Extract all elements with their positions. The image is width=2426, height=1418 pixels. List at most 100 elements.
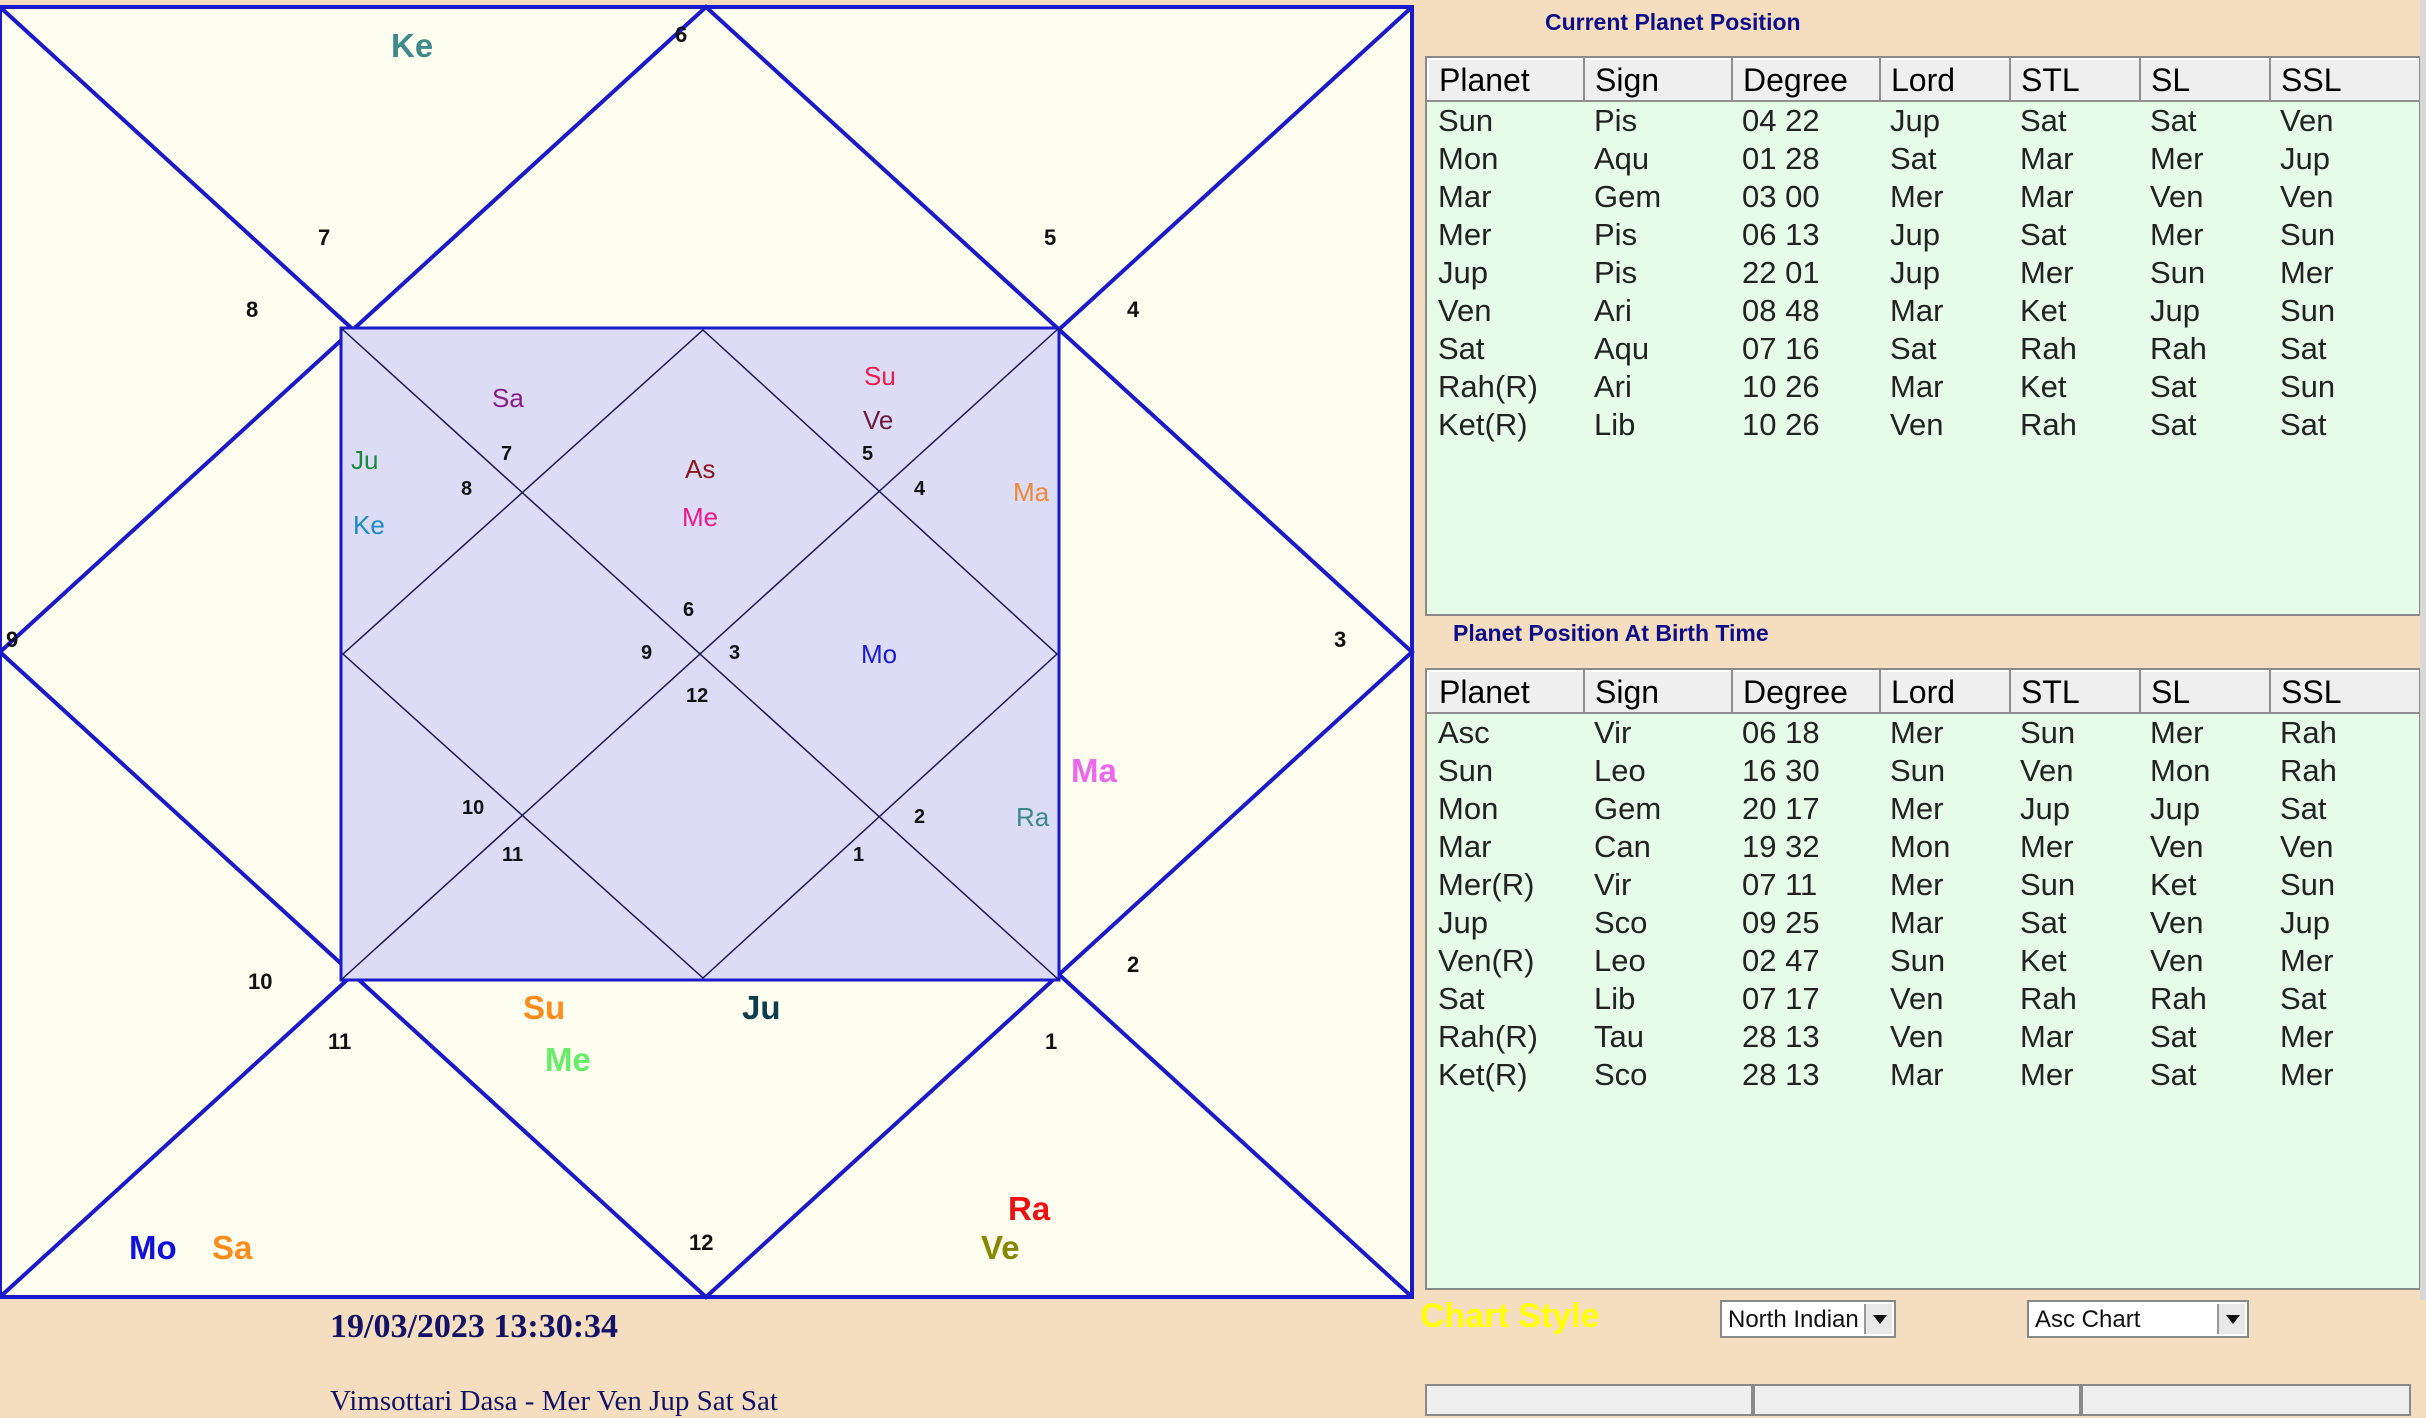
table-cell: Rah bbox=[2280, 715, 2337, 750]
column-header[interactable]: SL bbox=[2139, 58, 2271, 102]
column-header[interactable]: Sign bbox=[1583, 670, 1733, 714]
table-cell: Vir bbox=[1594, 867, 1632, 902]
table-row[interactable]: Sat Lib 07 17 Ven Rah Rah Sat bbox=[1428, 980, 2419, 1018]
column-header[interactable]: Planet bbox=[1427, 670, 1585, 714]
table-cell: Rah bbox=[2020, 331, 2077, 366]
table-cell: 02 47 bbox=[1742, 943, 1820, 978]
current-position-grid[interactable]: Planet Sign Degree Lord STL SL SSL Sun Pi… bbox=[1425, 56, 2421, 616]
table-cell: Mar bbox=[1890, 369, 1944, 404]
table-cell: Sat bbox=[2280, 981, 2327, 1016]
table-row[interactable]: Asc Vir 06 18 Mer Sun Mer Rah bbox=[1428, 713, 2419, 752]
column-header[interactable]: Planet bbox=[1427, 58, 1585, 102]
inner-planet-ra: Ra bbox=[1016, 802, 1050, 832]
table-cell: Mer bbox=[2280, 1057, 2334, 1092]
birth-position-rows: Asc Vir 06 18 Mer Sun Mer Rah Sun Leo 16 30 Sun Ve… bbox=[1428, 713, 2419, 1094]
chart-type-select[interactable]: Asc Chart bbox=[2027, 1300, 2249, 1338]
inner-house-number: 6 bbox=[683, 599, 694, 621]
table-row[interactable]: Sat Aqu 07 16 Sat Rah Rah Sat bbox=[1428, 330, 2419, 368]
table-cell: Sun bbox=[2020, 867, 2076, 902]
column-header[interactable]: Degree bbox=[1731, 670, 1881, 714]
table-cell: 07 16 bbox=[1742, 331, 1820, 366]
table-row[interactable]: Mar Can 19 32 Mon Mer Ven Ven bbox=[1428, 828, 2419, 866]
table-row[interactable]: Sun Pis 04 22 Jup Sat Sat Ven bbox=[1428, 101, 2419, 140]
table-cell: Mon bbox=[1890, 829, 1951, 864]
inner-planet-ju: Ju bbox=[351, 445, 378, 475]
table-cell: Sat bbox=[2150, 1057, 2197, 1092]
table-cell: Ven bbox=[2280, 829, 2334, 864]
table-row[interactable]: Mar Gem 03 00 Mer Mar Ven Ven bbox=[1428, 178, 2419, 216]
table-cell: Sun bbox=[2280, 369, 2336, 404]
table-row[interactable]: Jup Sco 09 25 Mar Sat Ven Jup bbox=[1428, 904, 2419, 942]
table-row[interactable]: Mon Gem 20 17 Mer Jup Jup Sat bbox=[1428, 790, 2419, 828]
outer-house-number: 9 bbox=[6, 627, 18, 652]
column-header[interactable]: Sign bbox=[1583, 58, 1733, 102]
table-row[interactable]: Rah(R) Tau 28 13 Ven Mar Sat Mer bbox=[1428, 1018, 2419, 1056]
table-row[interactable]: Mon Aqu 01 28 Sat Mar Mer Jup bbox=[1428, 140, 2419, 178]
chevron-down-icon[interactable] bbox=[2217, 1304, 2245, 1334]
table-cell: 16 30 bbox=[1742, 753, 1820, 788]
column-header[interactable]: STL bbox=[2009, 670, 2141, 714]
column-header[interactable]: SL bbox=[2139, 670, 2271, 714]
table-cell: Sat bbox=[2020, 217, 2067, 252]
table-cell: Mer bbox=[2280, 1019, 2334, 1054]
bottom-button[interactable] bbox=[2081, 1384, 2411, 1416]
inner-house-number: 9 bbox=[641, 642, 652, 664]
table-cell: Jup bbox=[1438, 905, 1488, 940]
table-cell: Ven bbox=[2150, 179, 2204, 214]
table-cell: Mer bbox=[1438, 217, 1492, 252]
column-header[interactable]: Lord bbox=[1879, 670, 2011, 714]
table-cell: Sun bbox=[2280, 867, 2336, 902]
table-cell: Mar bbox=[1438, 179, 1492, 214]
column-header[interactable]: SSL bbox=[2269, 670, 2419, 714]
table-cell: Jup bbox=[2150, 791, 2200, 826]
table-row[interactable]: Rah(R) Ari 10 26 Mar Ket Sat Sun bbox=[1428, 368, 2419, 406]
table-row[interactable]: Ket(R) Lib 10 26 Ven Rah Sat Sat bbox=[1428, 406, 2419, 444]
table-cell: Jup bbox=[2020, 791, 2070, 826]
table-row[interactable]: Sun Leo 16 30 Sun Ven Mon Rah bbox=[1428, 752, 2419, 790]
table-cell: Rah bbox=[2020, 981, 2077, 1016]
table-row[interactable]: Ven(R) Leo 02 47 Sun Ket Ven Mer bbox=[1428, 942, 2419, 980]
table-header-row: Planet Sign Degree Lord STL SL SSL bbox=[1427, 58, 2419, 102]
table-cell: Sun bbox=[1438, 753, 1494, 788]
outer-planet-ma: Ma bbox=[1071, 752, 1117, 789]
table-cell: 19 32 bbox=[1742, 829, 1820, 864]
table-cell: Mer bbox=[2150, 715, 2204, 750]
outer-planet-sa: Sa bbox=[212, 1229, 253, 1266]
table-cell: Mer(R) bbox=[1438, 867, 1535, 902]
table-cell: Sat bbox=[1890, 331, 1937, 366]
column-header[interactable]: STL bbox=[2009, 58, 2141, 102]
table-row[interactable]: Mer Pis 06 13 Jup Sat Mer Sun bbox=[1428, 216, 2419, 254]
outer-house-number: 12 bbox=[689, 1230, 713, 1255]
chart-type-value: Asc Chart bbox=[2035, 1306, 2141, 1333]
table-cell: Mon bbox=[2150, 753, 2211, 788]
table-cell: Ket bbox=[2020, 293, 2067, 328]
table-row[interactable]: Mer(R) Vir 07 11 Mer Sun Ket Sun bbox=[1428, 866, 2419, 904]
table-cell: Lib bbox=[1594, 407, 1636, 442]
column-header[interactable]: Lord bbox=[1879, 58, 2011, 102]
column-header[interactable]: SSL bbox=[2269, 58, 2419, 102]
table-cell: 06 13 bbox=[1742, 217, 1820, 252]
table-row[interactable]: Ven Ari 08 48 Mar Ket Jup Sun bbox=[1428, 292, 2419, 330]
table-cell: Mer bbox=[2280, 255, 2334, 290]
chevron-down-icon[interactable] bbox=[1864, 1304, 1892, 1334]
table-cell: 08 48 bbox=[1742, 293, 1820, 328]
table-cell: Ven(R) bbox=[1438, 943, 1535, 978]
outer-planet-ve: Ve bbox=[981, 1229, 1020, 1266]
bottom-button[interactable] bbox=[1753, 1384, 2081, 1416]
birth-position-grid[interactable]: Planet Sign Degree Lord STL SL SSL Asc Vi… bbox=[1425, 668, 2421, 1290]
panel-scroll-edge bbox=[2420, 0, 2426, 1300]
table-header-row: Planet Sign Degree Lord STL SL SSL bbox=[1427, 670, 2419, 714]
table-row[interactable]: Ket(R) Sco 28 13 Mar Mer Sat Mer bbox=[1428, 1056, 2419, 1094]
outer-house-number: 8 bbox=[246, 297, 258, 322]
table-cell: Mon bbox=[1438, 791, 1499, 826]
inner-house-number: 3 bbox=[729, 642, 740, 664]
inner-planet-ve: Ve bbox=[863, 405, 893, 435]
table-cell: Mer bbox=[1890, 791, 1944, 826]
table-cell: Sat bbox=[1438, 981, 1485, 1016]
table-row[interactable]: Jup Pis 22 01 Jup Mer Sun Mer bbox=[1428, 254, 2419, 292]
bottom-button[interactable] bbox=[1425, 1384, 1753, 1416]
chart-style-select[interactable]: North Indian bbox=[1720, 1300, 1896, 1338]
table-cell: Jup bbox=[2280, 905, 2330, 940]
column-header[interactable]: Degree bbox=[1731, 58, 1881, 102]
table-cell: Ven bbox=[2150, 943, 2204, 978]
